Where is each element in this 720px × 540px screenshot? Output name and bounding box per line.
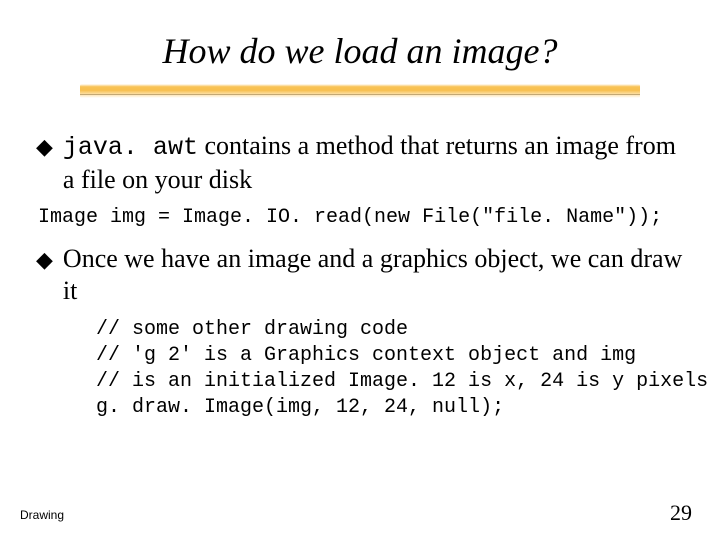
- slide-title: How do we load an image?: [0, 30, 720, 72]
- bullet-1-text: java. awt contains a method that returns…: [63, 130, 684, 196]
- title-area: How do we load an image?: [0, 0, 720, 98]
- slide-body: ◆ java. awt contains a method that retur…: [0, 98, 720, 421]
- title-underline: [80, 84, 640, 98]
- bullet-2: ◆ Once we have an image and a graphics o…: [36, 243, 684, 307]
- code-block: // some other drawing code // 'g 2' is a…: [96, 317, 684, 421]
- bullet-icon: ◆: [36, 132, 53, 162]
- slide: How do we load an image? ◆ java. awt con…: [0, 0, 720, 540]
- bullet-1-code: java. awt: [63, 133, 198, 162]
- bullet-1: ◆ java. awt contains a method that retur…: [36, 130, 684, 196]
- bullet-2-text: Once we have an image and a graphics obj…: [63, 243, 684, 307]
- slide-number: 29: [670, 500, 692, 526]
- footer-left-label: Drawing: [20, 508, 64, 522]
- code-line-1: Image img = Image. IO. read(new File("fi…: [38, 206, 684, 229]
- bullet-icon: ◆: [36, 245, 53, 275]
